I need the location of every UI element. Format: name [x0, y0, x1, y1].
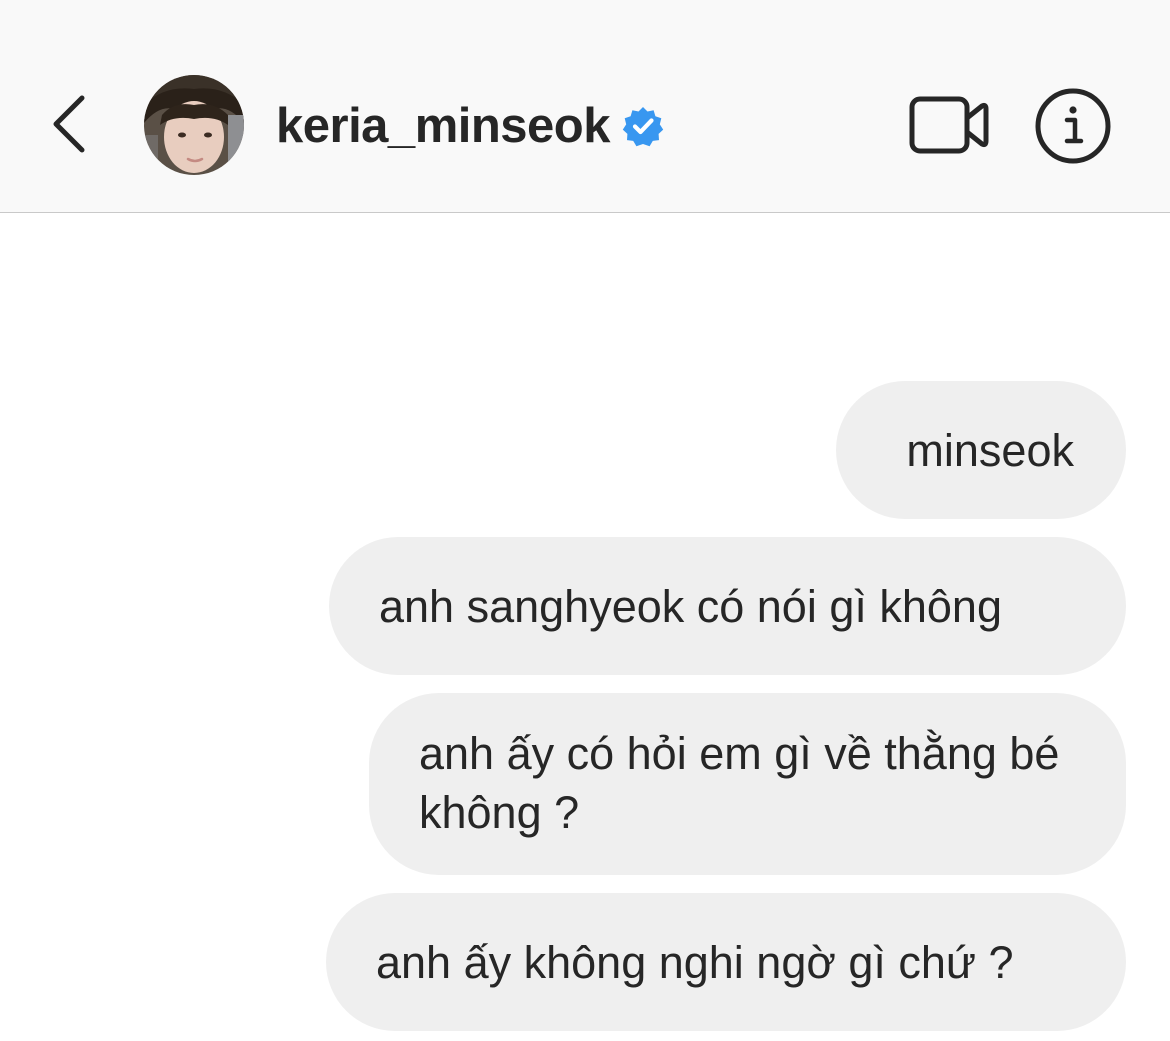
verified-badge-icon — [622, 107, 664, 147]
message-bubble[interactable]: minseok — [836, 381, 1126, 519]
chat-title[interactable]: keria_minseok — [276, 96, 664, 156]
message-text: anh ấy không nghi ngờ gì chứ ? — [376, 937, 1014, 988]
message-bubble[interactable]: anh ấy có hỏi em gì về thằng bé không ? — [369, 693, 1126, 875]
message-text: minseok — [906, 425, 1074, 476]
message-text: anh sanghyeok có nói gì không — [379, 581, 1002, 632]
info-button[interactable] — [1034, 87, 1112, 165]
message-bubble[interactable]: anh ấy không nghi ngờ gì chứ ? — [326, 893, 1126, 1031]
avatar[interactable] — [144, 75, 244, 175]
info-icon — [1035, 88, 1111, 164]
video-call-button[interactable] — [908, 94, 990, 156]
message-text: anh ấy có hỏi em gì về thằng bé không ? — [419, 728, 1060, 838]
message-bubble[interactable]: anh sanghyeok có nói gì không — [329, 537, 1126, 675]
chat-header: keria_minseok — [0, 0, 1170, 213]
chevron-left-icon — [53, 95, 85, 153]
back-button[interactable] — [46, 92, 92, 156]
video-camera-icon — [909, 96, 989, 154]
avatar-image — [144, 75, 244, 175]
message-thread: minseok anh sanghyeok có nói gì không an… — [0, 214, 1170, 1041]
username-label: keria_minseok — [276, 99, 611, 153]
